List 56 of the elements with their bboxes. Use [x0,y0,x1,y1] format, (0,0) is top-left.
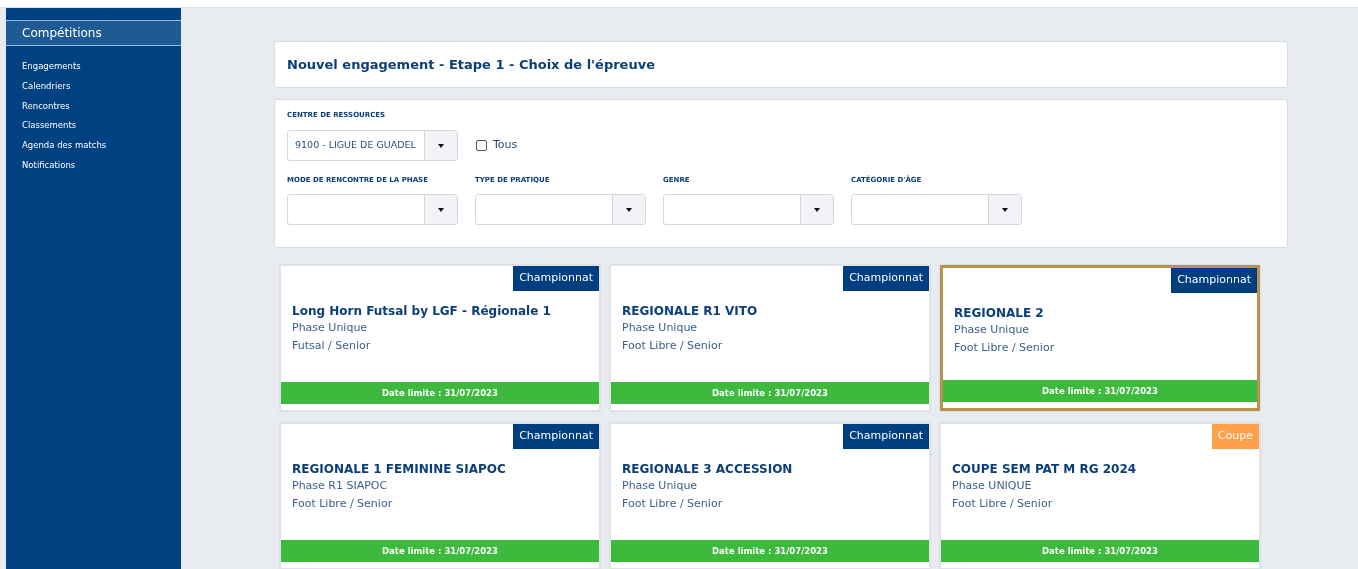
phase-text: Phase Unique [292,320,369,336]
competition-card[interactable]: Championnat REGIONALE 1 FEMININE SIAPOC Phase R1 SIAPOC Foot Libre / Senior Date limite : 31/07/2023 [280,423,600,569]
page-title: Nouvel engagement - Etape 1 - Choix de l'épreuve [287,55,655,74]
checkbox-label: Tous [493,137,518,154]
category-badge: Championnat [513,424,599,449]
deadline-bar: Date limite : 31/07/2023 [611,540,929,562]
card-title: REGIONALE R1 VITO [622,303,759,319]
caret-icon [438,143,444,148]
card-title: COUPE SEM PAT M RG 2024 [952,461,1138,477]
practice-text: Foot Libre / Senior [292,496,394,512]
category-badge: Championnat [1171,268,1257,293]
card-title: REGIONALE 3 ACCESSION [622,461,794,477]
competition-card[interactable]: Championnat REGIONALE 2 Phase Unique Foot Libre / Senior Date limite : 31/07/2023 [940,265,1260,411]
deadline-bar: Date limite : 31/07/2023 [611,382,929,404]
phase-text: Phase Unique [622,478,699,494]
card-title: REGIONALE 2 [954,305,1045,321]
competition-card[interactable]: Coupe COUPE SEM PAT M RG 2024 Phase UNIQUE Foot Libre / Senior Date limite : 31/07/2023 [940,423,1260,569]
practice-text: Foot Libre / Senior [622,338,724,354]
sidebar-link[interactable]: Calendriers [22,79,181,93]
dropdown-select[interactable] [851,194,1022,225]
practice-text: Foot Libre / Senior [952,496,1054,512]
category-badge: Championnat [843,424,929,449]
phase-text: Phase Unique [622,320,699,336]
category-badge: Championnat [843,266,929,291]
caret-icon [438,207,444,212]
deadline-bar: Date limite : 31/07/2023 [281,540,599,562]
competition-card[interactable]: Championnat REGIONALE 3 ACCESSION Phase Unique Foot Libre / Senior Date limite : 31/07/2023 [610,423,930,569]
category-badge: Coupe [1211,424,1259,449]
deadline-bar: Date limite : 31/07/2023 [281,382,599,404]
sidebar-link[interactable]: Classements [22,119,181,132]
checkbox[interactable] [476,140,487,151]
category-badge: Championnat [513,266,599,291]
practice-text: Foot Libre / Senior [622,496,724,512]
card-title: REGIONALE 1 FEMININE SIAPOC [292,461,507,477]
resource-center-select[interactable]: 9100 - LIGUE DE GUADEL [287,130,458,161]
dropdown-select[interactable] [287,194,458,225]
sidebar-section-header[interactable]: Compétitions [6,20,181,46]
caret-icon [814,207,820,212]
dropdown-select[interactable] [475,194,646,225]
sidebar-link[interactable]: Agenda des matchs [22,139,181,152]
practice-text: Foot Libre / Senior [954,340,1056,356]
caret-icon [1002,207,1008,212]
phase-text: Phase UNIQUE [952,478,1033,494]
caret-icon [626,207,632,212]
sidebar-link[interactable]: Notifications [22,158,181,172]
card-title: Long Horn Futsal by LGF - Régionale 1 [292,303,552,319]
competition-card[interactable]: Championnat Long Horn Futsal by LGF - Régionale 1 Phase Unique Futsal / Senior Date limite : 31/07/2023 [280,265,600,411]
sidebar-link[interactable]: Engagements [22,60,181,73]
deadline-bar: Date limite : 31/07/2023 [943,380,1257,402]
practice-text: Futsal / Senior [292,338,372,354]
phase-text: Phase Unique [954,322,1031,338]
sidebar-link[interactable]: Rencontres [22,99,181,113]
phase-text: Phase R1 SIAPOC [292,478,389,494]
competition-card[interactable]: Championnat REGIONALE R1 VITO Phase Unique Foot Libre / Senior Date limite : 31/07/2023 [610,265,930,411]
deadline-bar: Date limite : 31/07/2023 [941,540,1259,562]
dropdown-select[interactable] [663,194,834,225]
